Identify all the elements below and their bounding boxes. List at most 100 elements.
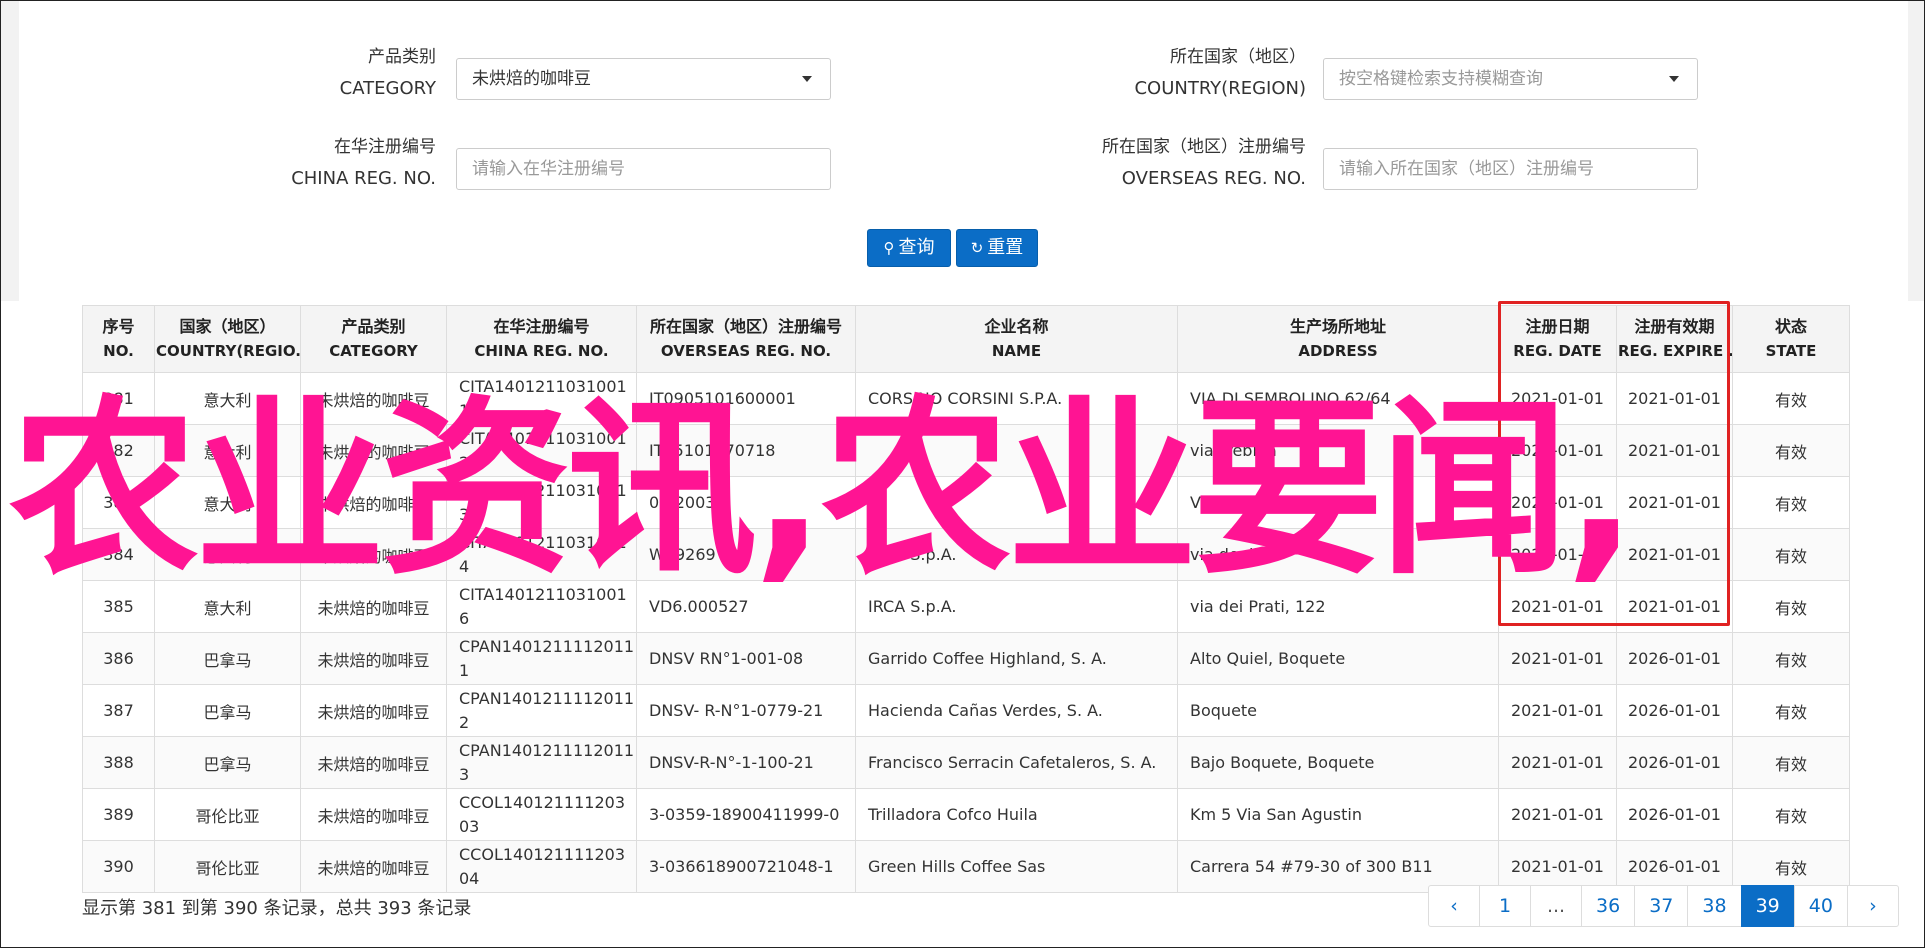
next-page-button[interactable]: ›: [1846, 885, 1899, 927]
overseas-reg-input[interactable]: 请输入所在国家（地区）注册编号: [1323, 148, 1698, 190]
column-header: 状态 STATE: [1732, 305, 1850, 373]
reg-expire-cell: 2026-01-01: [1616, 788, 1733, 841]
page-button[interactable]: 1: [1479, 885, 1531, 927]
china-reg-cell: CCOL14012111120303: [446, 788, 637, 841]
page-button[interactable]: 36: [1581, 885, 1636, 927]
reg-date-cell: 2021-01-01: [1498, 632, 1617, 685]
pagination: ‹ 1... 36 37 38 39 40 ›: [1428, 885, 1899, 927]
country-cell: 哥伦比亚: [154, 788, 301, 841]
page-button[interactable]: 37: [1634, 885, 1689, 927]
overseas-reg-cell: 3-036618900721048-1: [636, 840, 856, 893]
reset-button-label: 重置: [987, 237, 1024, 258]
column-header-en: STATE: [1765, 342, 1817, 360]
reg-date-cell: 2021-01-01: [1498, 736, 1617, 789]
state-cell: 有效: [1732, 632, 1850, 685]
china-reg-label: 在华注册编号 CHINA REG. NO.: [241, 131, 436, 195]
column-header-zh: 在华注册编号: [493, 317, 590, 336]
row-no-cell: 386: [82, 632, 155, 685]
column-header-en: CATEGORY: [329, 342, 418, 360]
column-header: 生产场所地址 ADDRESS: [1177, 305, 1499, 373]
column-header-en: CHINA REG. NO.: [474, 342, 609, 360]
overseas-reg-label: 所在国家（地区）注册编号 OVERSEAS REG. NO.: [1061, 131, 1306, 195]
china-reg-label-zh: 在华注册编号: [334, 137, 436, 157]
overseas-reg-placeholder: 请输入所在国家（地区）注册编号: [1339, 159, 1594, 179]
country-cell: 哥伦比亚: [154, 840, 301, 893]
column-header-zh: 企业名称: [984, 317, 1049, 336]
page-button[interactable]: 40: [1793, 885, 1848, 927]
name-cell: Green Hills Coffee Sas: [855, 840, 1178, 893]
column-header-zh: 生产场所地址: [1289, 317, 1386, 336]
column-header: 序号 NO.: [82, 305, 155, 373]
page-frame: 产品类别 CATEGORY 未烘焙的咖啡豆 所在国家（地区） COUNTRY(R…: [0, 0, 1925, 948]
china-reg-cell: CPAN14012111120113: [446, 736, 637, 789]
category-cell: 未烘焙的咖啡豆: [300, 736, 447, 789]
table-row: 389 哥伦比亚 未烘焙的咖啡豆 CCOL14012111120303 3-0359-1…: [82, 788, 1850, 841]
pagination-info: 显示第 381 到第 390 条记录，总共 393 条记录: [82, 898, 472, 919]
overseas-reg-label-zh: 所在国家（地区）注册编号: [1102, 137, 1306, 157]
country-cell: 巴拿马: [154, 684, 301, 737]
right-gutter: [1908, 1, 1924, 301]
name-cell: Francisco Serracin Cafetaleros, S. A.: [855, 736, 1178, 789]
address-cell: Alto Quiel, Boquete: [1177, 632, 1499, 685]
column-header-zh: 状态: [1774, 317, 1807, 336]
state-cell: 有效: [1732, 684, 1850, 737]
overseas-reg-cell: 3-0359-18900411999-0: [636, 788, 856, 841]
column-header-en: ADDRESS: [1298, 342, 1378, 360]
column-header: 在华注册编号 CHINA REG. NO.: [446, 305, 637, 373]
category-cell: 未烘焙的咖啡豆: [300, 840, 447, 893]
table-row: 387 巴拿马 未烘焙的咖啡豆 CPAN14012111120112 DNSV- R-N…: [82, 684, 1850, 737]
page-button[interactable]: 39: [1740, 885, 1795, 927]
column-header-en: COUNTRY(REGIO...: [156, 342, 301, 360]
china-reg-cell: CPAN14012111120111: [446, 632, 637, 685]
search-button[interactable]: ⚲ 查询: [867, 229, 951, 267]
row-no-cell: 387: [82, 684, 155, 737]
column-header: 国家（地区） COUNTRY(REGIO...: [154, 305, 301, 373]
chevron-down-icon: [802, 76, 812, 82]
column-header: 企业名称 NAME: [855, 305, 1178, 373]
address-cell: Bajo Boquete, Boquete: [1177, 736, 1499, 789]
china-reg-cell: CCOL14012111120304: [446, 840, 637, 893]
page-ellipsis: ...: [1530, 885, 1582, 927]
chevron-down-icon: [1669, 76, 1679, 82]
category-cell: 未烘焙的咖啡豆: [300, 632, 447, 685]
reg-expire-cell: 2026-01-01: [1616, 684, 1733, 737]
left-gutter: [1, 1, 19, 301]
column-header: 产品类别 CATEGORY: [300, 305, 447, 373]
category-select[interactable]: 未烘焙的咖啡豆: [456, 58, 831, 100]
state-cell: 有效: [1732, 736, 1850, 789]
reset-button[interactable]: ↻ 重置: [956, 229, 1038, 267]
state-cell: 有效: [1732, 788, 1850, 841]
table-row: 388 巴拿马 未烘焙的咖啡豆 CPAN14012111120113 DNSV-R-N°…: [82, 736, 1850, 789]
name-cell: Trilladora Cofco Huila: [855, 788, 1178, 841]
country-select[interactable]: 按空格键检索支持模糊查询: [1323, 58, 1698, 100]
column-header: 所在国家（地区）注册编号 OVERSEAS REG. NO.: [636, 305, 856, 373]
overseas-reg-cell: DNSV- R-N°1-0779-21: [636, 684, 856, 737]
category-label-en: CATEGORY: [339, 78, 436, 99]
column-header-en: NO.: [103, 342, 134, 360]
reg-expire-cell: 2026-01-01: [1616, 632, 1733, 685]
china-reg-placeholder: 请输入在华注册编号: [472, 159, 625, 179]
category-label-zh: 产品类别: [368, 47, 436, 67]
address-cell: Boquete: [1177, 684, 1499, 737]
row-no-cell: 390: [82, 840, 155, 893]
china-reg-input[interactable]: 请输入在华注册编号: [456, 148, 831, 190]
overseas-reg-cell: DNSV RN°1-001-08: [636, 632, 856, 685]
row-no-cell: 389: [82, 788, 155, 841]
column-header-en: NAME: [991, 342, 1042, 360]
search-button-label: 查询: [898, 237, 935, 258]
china-reg-label-en: CHINA REG. NO.: [291, 168, 436, 189]
reg-expire-cell: 2026-01-01: [1616, 736, 1733, 789]
name-cell: Garrido Coffee Highland, S. A.: [855, 632, 1178, 685]
reg-date-cell: 2021-01-01: [1498, 684, 1617, 737]
search-icon: ⚲: [883, 239, 895, 257]
country-label-en: COUNTRY(REGION): [1134, 78, 1306, 99]
prev-page-button[interactable]: ‹: [1428, 885, 1480, 927]
row-no-cell: 388: [82, 736, 155, 789]
page-button[interactable]: 38: [1687, 885, 1742, 927]
overlay-banner-text: 农业资讯,农业要闻,: [9, 379, 1637, 600]
table-row: 386 巴拿马 未烘焙的咖啡豆 CPAN14012111120111 DNSV RN°1…: [82, 632, 1850, 685]
category-cell: 未烘焙的咖啡豆: [300, 684, 447, 737]
country-cell: 巴拿马: [154, 632, 301, 685]
china-reg-cell: CPAN14012111120112: [446, 684, 637, 737]
refresh-icon: ↻: [970, 239, 984, 257]
